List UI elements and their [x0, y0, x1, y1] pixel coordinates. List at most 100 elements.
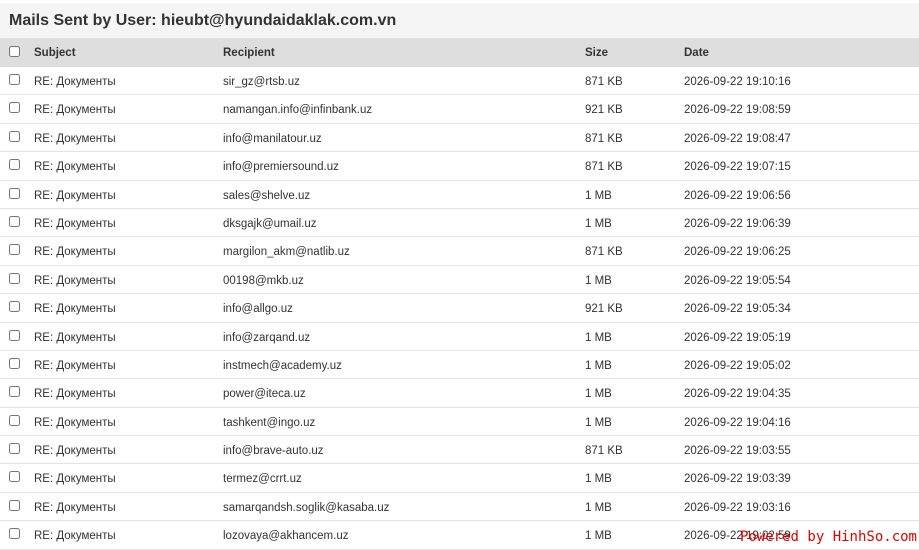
mail-date: 2026-09-22 19:08:59 [684, 104, 791, 117]
mail-subject[interactable]: RE: Документы [34, 416, 116, 430]
mail-date: 2026-09-22 19:04:35 [684, 388, 791, 401]
table-row[interactable]: RE: Документы namangan.info@infinbank.uz 9… [0, 95, 919, 124]
row-checkbox[interactable] [9, 329, 20, 341]
mail-date: 2026-09-22 19:06:25 [684, 246, 791, 259]
mail-size: 1 MB [585, 217, 612, 230]
mail-subject[interactable]: RE: Документы [34, 331, 116, 345]
table-row[interactable]: RE: Документы info@brave-auto.uz 871 KB 202… [0, 436, 919, 465]
mail-subject[interactable]: RE: Документы [34, 472, 116, 486]
mail-subject[interactable]: RE: Документы [34, 274, 116, 288]
mail-size: 1 MB [585, 359, 612, 372]
column-header-date[interactable]: Date [684, 46, 709, 60]
mail-size: 1 MB [585, 416, 612, 429]
row-checkbox[interactable] [9, 244, 20, 256]
mail-size: 1 MB [585, 530, 612, 543]
mail-size: 871 KB [585, 132, 623, 145]
table-row[interactable]: RE: Документы power@iteca.uz 1 MB 2026-09-2… [0, 379, 919, 408]
table-row[interactable]: RE: Документы sir_gz@rtsb.uz 871 KB 2026-09… [0, 67, 919, 96]
mail-size: 1 MB [585, 501, 612, 514]
mail-size: 1 MB [585, 473, 612, 486]
table-row[interactable]: RE: Документы 00198@mkb.uz 1 MB 2026-09-22 … [0, 266, 919, 295]
row-checkbox[interactable] [9, 102, 20, 114]
table-header: Subject Recipient Size Date [0, 39, 919, 67]
title-bar: Mails Sent by User: hieubt@hyundaidaklak… [0, 3, 919, 39]
mail-recipient: info@premiersound.uz [223, 161, 339, 174]
table-row[interactable]: RE: Документы info@zarqand.uz 1 MB 2026-09-… [0, 323, 919, 351]
table-row[interactable]: RE: Документы margilon_akm@natlib.uz 871 K… [0, 237, 919, 266]
mail-subject[interactable]: RE: Документы [34, 302, 116, 316]
row-checkbox[interactable] [9, 159, 20, 171]
mail-recipient: tashkent@ingo.uz [223, 416, 316, 429]
mail-size: 1 MB [585, 388, 612, 401]
row-checkbox[interactable] [9, 215, 20, 227]
mail-recipient: info@brave-auto.uz [223, 445, 324, 458]
mail-date: 2026-09-22 19:07:15 [684, 161, 791, 174]
row-checkbox[interactable] [9, 528, 20, 540]
mail-subject[interactable]: RE: Документы [34, 245, 116, 259]
mail-subject[interactable]: RE: Документы [34, 529, 116, 543]
mail-subject[interactable]: RE: Документы [34, 444, 116, 458]
table-row[interactable]: RE: Документы instmech@academy.uz 1 MB 2026… [0, 351, 919, 380]
mail-recipient: info@allgo.uz [223, 303, 293, 316]
mail-size: 1 MB [585, 189, 612, 202]
row-checkbox[interactable] [9, 130, 20, 142]
mail-size: 871 KB [585, 246, 623, 259]
select-all-checkbox[interactable] [9, 46, 20, 57]
column-header-size[interactable]: Size [585, 46, 608, 60]
column-header-recipient[interactable]: Recipient [223, 46, 275, 60]
table-row[interactable]: RE: Документы info@premiersound.uz 871 KB 2… [0, 152, 919, 181]
mail-subject[interactable]: RE: Документы [34, 217, 116, 231]
mail-subject[interactable]: RE: Документы [34, 75, 116, 89]
mail-recipient: dksgajk@umail.uz [223, 217, 317, 230]
table-row[interactable]: RE: Документы sales@shelve.uz 1 MB 2026-09-… [0, 181, 919, 209]
table-row[interactable]: RE: Документы samarqandsh.soglik@kasaba.u… [0, 493, 919, 522]
page-title: Mails Sent by User: hieubt@hyundaidaklak… [9, 12, 397, 29]
mail-size: 1 MB [585, 331, 612, 344]
mail-size: 871 KB [585, 76, 623, 88]
row-checkbox[interactable] [9, 386, 20, 398]
mail-date: 2026-09-22 19:04:16 [684, 416, 791, 429]
mail-date: 2026-09-22 19:03:55 [684, 445, 791, 458]
mail-recipient: power@iteca.uz [223, 388, 306, 401]
mail-date: 2026-09-22 19:06:39 [684, 217, 791, 230]
row-checkbox[interactable] [9, 187, 20, 199]
row-checkbox[interactable] [9, 414, 20, 426]
mail-subject[interactable]: RE: Документы [34, 359, 116, 373]
mail-recipient: info@manilatour.uz [223, 132, 322, 145]
mail-subject[interactable]: RE: Документы [34, 132, 116, 146]
row-checkbox[interactable] [9, 357, 20, 369]
mail-recipient: margilon_akm@natlib.uz [223, 246, 350, 259]
row-checkbox[interactable] [9, 301, 20, 313]
row-checkbox[interactable] [9, 443, 20, 455]
mail-subject[interactable]: RE: Документы [34, 501, 116, 515]
table-row[interactable]: RE: Документы dksgajk@umail.uz 1 MB 2026-09… [0, 209, 919, 238]
mail-subject[interactable]: RE: Документы [34, 103, 116, 117]
mail-date: 2026-09-22 19:05:19 [684, 331, 791, 344]
mail-size: 871 KB [585, 161, 623, 174]
table-row[interactable]: RE: Документы tashkent@ingo.uz 1 MB 2026-09… [0, 408, 919, 437]
mail-size: 921 KB [585, 104, 623, 117]
mail-subject[interactable]: RE: Документы [34, 160, 116, 174]
mail-date: 2026-09-22 19:10:16 [684, 76, 791, 88]
row-checkbox[interactable] [9, 74, 20, 85]
mail-size: 921 KB [585, 303, 623, 316]
watermark: Powered by HinhSo.com [739, 529, 917, 545]
mail-date: 2026-09-22 19:05:34 [684, 303, 791, 316]
row-checkbox[interactable] [9, 272, 20, 284]
mail-recipient: namangan.info@infinbank.uz [223, 104, 373, 117]
table-row[interactable]: RE: Документы termez@crrt.uz 1 MB 2026-09-2… [0, 464, 919, 493]
mail-date: 2026-09-22 19:03:16 [684, 501, 791, 514]
table-row[interactable]: RE: Документы info@manilatour.uz 871 KB 202… [0, 124, 919, 153]
mail-date: 2026-09-22 19:05:02 [684, 359, 791, 372]
row-checkbox[interactable] [9, 471, 20, 483]
mail-recipient: sir_gz@rtsb.uz [223, 76, 300, 88]
mail-subject[interactable]: RE: Документы [34, 189, 116, 203]
mail-subject[interactable]: RE: Документы [34, 387, 116, 401]
table-row[interactable]: RE: Документы info@allgo.uz 921 KB 2026-09-… [0, 294, 919, 323]
column-header-subject[interactable]: Subject [34, 46, 76, 60]
mail-recipient: samarqandsh.soglik@kasaba.uz [223, 501, 390, 514]
mail-recipient: termez@crrt.uz [223, 473, 302, 486]
mail-recipient: info@zarqand.uz [223, 331, 311, 344]
row-checkbox[interactable] [9, 499, 20, 511]
mail-recipient: instmech@academy.uz [223, 359, 342, 372]
